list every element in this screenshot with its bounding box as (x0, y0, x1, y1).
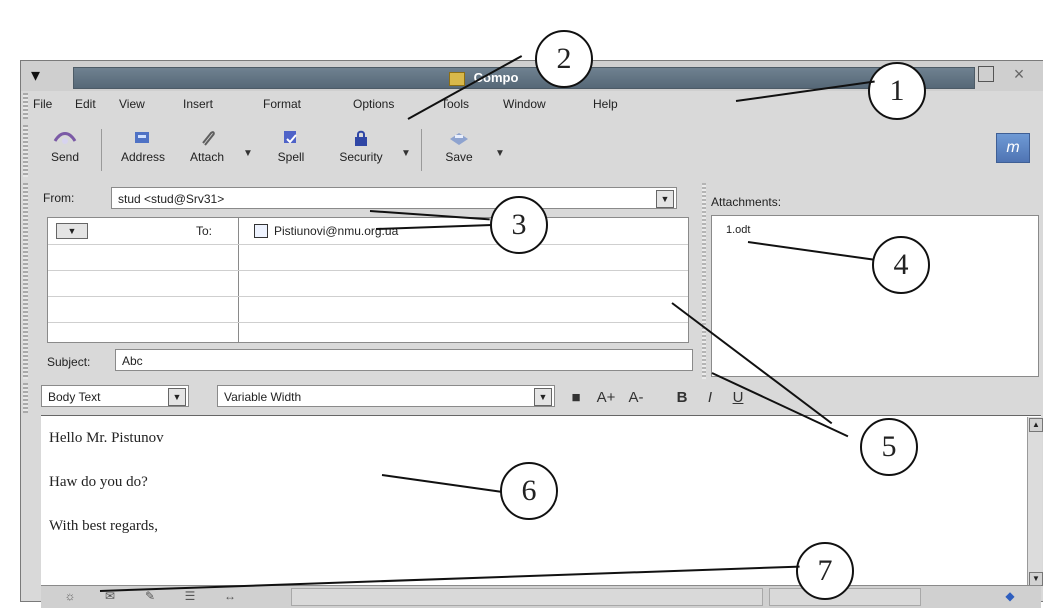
paragraph-style-select[interactable]: Body Text ▼ (41, 385, 189, 407)
save-dropdown-icon[interactable]: ▼ (495, 148, 505, 159)
format-toolbar: Body Text ▼ Variable Width ▼ ■ A+ A- B I… (33, 383, 1038, 413)
attachments-pane: Attachments: 1.odt (711, 185, 1039, 379)
format-grip[interactable] (23, 383, 28, 413)
toolbar-grip[interactable] (23, 125, 28, 177)
to-label: To: (196, 224, 213, 238)
menu-edit[interactable]: Edit (75, 97, 96, 111)
callout-6: 6 (500, 462, 558, 520)
compose-icon (449, 71, 465, 86)
spell-button[interactable]: Spell (259, 123, 323, 179)
close-button[interactable]: × (1011, 65, 1027, 83)
callout-3: 3 (490, 196, 548, 254)
attachments-label: Attachments: (711, 195, 782, 209)
from-value: stud <stud@Srv31> (118, 192, 225, 206)
status-field (291, 588, 763, 606)
recipient-type-dropdown-icon[interactable]: ▼ (56, 223, 88, 239)
subject-label: Subject: (47, 355, 91, 369)
from-dropdown-icon[interactable]: ▼ (656, 190, 674, 208)
menu-format[interactable]: Format (263, 97, 301, 111)
body-line: Haw do you do? (49, 474, 148, 490)
from-select[interactable]: stud <stud@Srv31> ▼ (111, 187, 677, 209)
to-value: Pistiunovi@nmu.org.ua (274, 224, 399, 238)
send-button[interactable]: Send (33, 123, 97, 179)
callout-7: 7 (796, 542, 854, 600)
underline-icon[interactable]: U (727, 387, 749, 409)
toolbar-separator (421, 129, 422, 171)
recipient-row-empty[interactable] (48, 244, 688, 271)
paperclip-icon (195, 129, 219, 147)
status-icon[interactable]: ☼ (61, 589, 79, 603)
recipient-row-empty[interactable] (48, 296, 688, 323)
menu-insert[interactable]: Insert (183, 97, 213, 111)
menu-file[interactable]: File (33, 97, 52, 111)
attachments-list[interactable]: 1.odt (711, 215, 1039, 377)
body-line: With best regards, (49, 518, 158, 534)
mozilla-logo-icon: m (996, 133, 1030, 163)
security-label: Security (339, 150, 383, 164)
menu-options[interactable]: Options (353, 97, 394, 111)
compose-grip[interactable] (23, 183, 28, 379)
address-label: Address (120, 150, 166, 164)
attach-button[interactable]: Attach (175, 123, 239, 179)
callout-1: 1 (868, 62, 926, 120)
spell-label: Spell (277, 150, 305, 164)
window-menu-button[interactable]: ▾ (31, 65, 40, 85)
save-button[interactable]: Save (427, 123, 491, 179)
compose-window: ▾ Compo × File Edit View Insert Format O… (20, 60, 1043, 608)
recipient-row[interactable]: ▼ To: Pistiunovi@nmu.org.ua (48, 218, 688, 244)
splitter[interactable] (702, 183, 706, 379)
recipient-row-empty[interactable] (48, 322, 688, 349)
spell-check-icon (279, 129, 303, 147)
save-label: Save (445, 150, 473, 164)
send-label: Send (50, 150, 80, 164)
callout-5: 5 (860, 418, 918, 476)
paragraph-style-dropdown-icon[interactable]: ▼ (168, 388, 186, 406)
font-size-down-icon[interactable]: A- (625, 387, 647, 409)
paragraph-style-value: Body Text (48, 390, 101, 404)
font-value: Variable Width (224, 390, 302, 404)
from-label: From: (43, 191, 75, 205)
recipient-grid: ▼ To: Pistiunovi@nmu.org.ua (47, 217, 689, 343)
body-line: Hello Mr. Pistunov (49, 430, 164, 446)
menu-help[interactable]: Help (593, 97, 618, 111)
recipient-row-empty[interactable] (48, 270, 688, 297)
font-size-up-icon[interactable]: A+ (595, 387, 617, 409)
status-icon[interactable]: ✎ (141, 589, 159, 603)
italic-icon[interactable]: I (699, 387, 721, 409)
text-color-icon[interactable]: ■ (565, 387, 587, 409)
attachment-item[interactable]: 1.odt (726, 224, 750, 236)
save-icon (447, 129, 471, 147)
menubar-grip[interactable] (23, 93, 28, 119)
scroll-up-icon[interactable]: ▲ (1029, 418, 1043, 432)
menu-view[interactable]: View (119, 97, 145, 111)
maximize-button[interactable] (978, 66, 994, 82)
callout-2: 2 (535, 30, 593, 88)
attach-label: Attach (189, 150, 225, 164)
font-select[interactable]: Variable Width ▼ (217, 385, 555, 407)
font-dropdown-icon[interactable]: ▼ (534, 388, 552, 406)
callout-4: 4 (872, 236, 930, 294)
send-icon (53, 129, 77, 147)
menu-window[interactable]: Window (503, 97, 546, 111)
subject-input[interactable]: Abc (115, 349, 693, 371)
online-icon[interactable]: ◆ (1001, 589, 1019, 603)
lock-icon (349, 129, 373, 147)
toolbar: Send Address Attach ▼ Spell Security ▼ S… (33, 123, 1038, 179)
subject-value: Abc (122, 354, 143, 368)
vertical-scrollbar[interactable]: ▲ ▼ (1027, 417, 1043, 587)
attach-dropdown-icon[interactable]: ▼ (243, 148, 253, 159)
contact-icon (254, 224, 268, 238)
security-button[interactable]: Security (329, 123, 393, 179)
address-button[interactable]: Address (111, 123, 175, 179)
address-book-icon (131, 129, 155, 147)
status-icon[interactable]: ☰ (181, 589, 199, 603)
status-icon[interactable]: ↔ (221, 589, 239, 603)
security-dropdown-icon[interactable]: ▼ (401, 148, 411, 159)
bold-icon[interactable]: B (671, 387, 693, 409)
compose-header: From: stud <stud@Srv31> ▼ ▼ To: Pistiuno… (41, 183, 697, 379)
toolbar-separator (101, 129, 102, 171)
scroll-down-icon[interactable]: ▼ (1029, 572, 1043, 586)
